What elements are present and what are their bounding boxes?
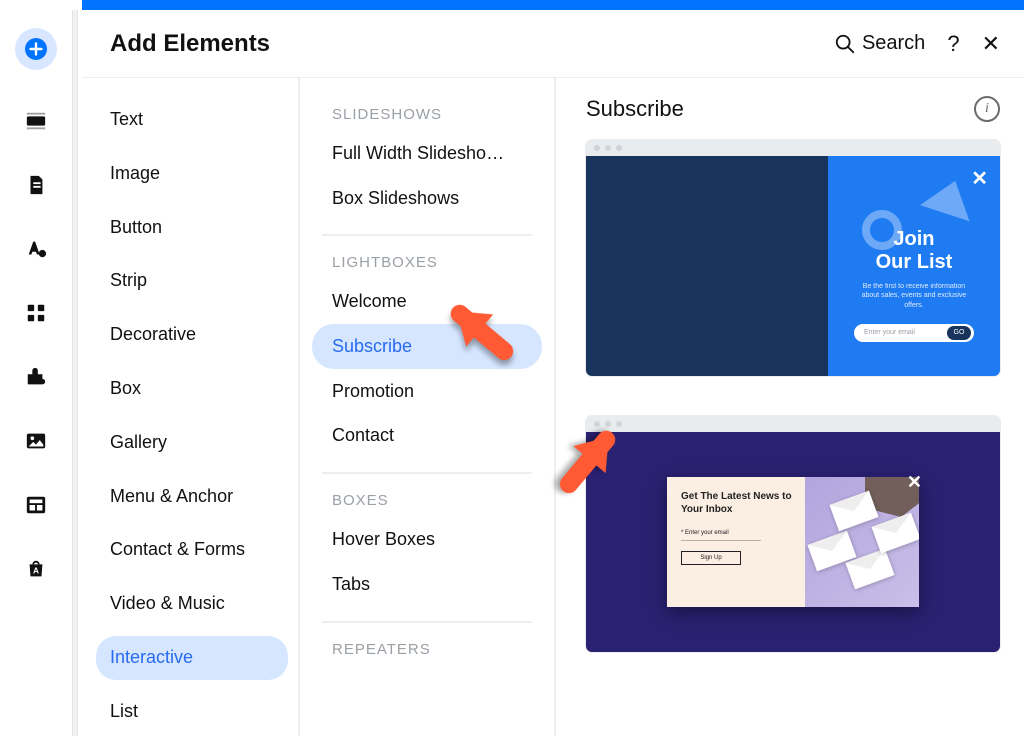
subcategory-welcome[interactable]: Welcome [312,279,542,324]
category-strip[interactable]: Strip [96,259,288,303]
apps-icon[interactable] [23,300,49,326]
template-a-heading: JoinOur List [876,228,953,274]
group-heading-slideshows: SLIDESHOWS [304,88,550,131]
template-b-field-label: * Enter your email [681,530,795,536]
template-b-card: Get The Latest News to Your Inbox * Ente… [667,477,919,607]
lightbox-template-latest-news[interactable]: ✕ Get The Latest News to Your Inbox * En… [586,416,1000,652]
browser-chrome [586,140,1000,156]
template-b-input-line [681,540,761,541]
category-button[interactable]: Button [96,206,288,250]
category-contact-forms[interactable]: Contact & Forms [96,528,288,572]
browser-chrome [586,416,1000,432]
subcategory-promotion[interactable]: Promotion [312,369,542,414]
template-a-subtext: Be the first to receive information abou… [854,282,974,309]
template-b-signup-button: Sign Up [681,551,741,565]
category-interactive[interactable]: Interactive [96,636,288,680]
page-icon[interactable] [23,172,49,198]
subcategory-contact[interactable]: Contact [312,413,542,458]
preview-column: Subscribe i ✕ JoinOur List Be the first … [554,78,1024,736]
category-menu-anchor[interactable]: Menu & Anchor [96,475,288,519]
template-a-panel: ✕ JoinOur List Be the first to receive i… [828,156,1000,376]
category-text[interactable]: Text [96,98,288,142]
search-icon [834,33,856,55]
category-gallery[interactable]: Gallery [96,421,288,465]
plus-icon [25,38,47,60]
category-image[interactable]: Image [96,152,288,196]
text-theme-icon[interactable] [23,236,49,262]
app-topbar [82,0,1024,10]
category-box[interactable]: Box [96,367,288,411]
lightbox-template-join-our-list[interactable]: ✕ JoinOur List Be the first to receive i… [586,140,1000,376]
template-a-go-button: GO [947,326,971,340]
close-panel-button[interactable]: ✕ [982,31,1000,57]
template-a-email-pill: Enter your email GO [854,324,974,342]
template-a-placeholder: Enter your email [864,329,915,336]
store-icon[interactable]: A [23,556,49,582]
group-heading-lightboxes: LIGHTBOXES [304,236,550,279]
panel-title: Add Elements [110,30,270,58]
group-heading-repeaters: REPEATERS [304,623,550,666]
subcategory-box-slideshows[interactable]: Box Slideshows [312,176,542,221]
add-elements-rail-button[interactable] [15,28,57,70]
close-icon: ✕ [907,472,922,493]
category-video-music[interactable]: Video & Music [96,582,288,626]
section-icon[interactable] [23,108,49,134]
template-a-backdrop [586,156,828,376]
group-heading-boxes: BOXES [304,474,550,517]
subcategory-full-width-slidesho[interactable]: Full Width Slidesho… [312,131,542,176]
info-icon[interactable]: i [974,96,1000,122]
search-label: Search [862,32,925,55]
subcategory-tabs[interactable]: Tabs [312,562,542,607]
add-elements-panel: Add Elements Search ? ✕ TextImageButtonS… [82,10,1024,736]
category-list[interactable]: List [96,690,288,734]
layout-icon[interactable] [23,492,49,518]
media-icon[interactable] [23,428,49,454]
rail-divider [72,10,78,736]
subcategory-subscribe[interactable]: Subscribe [312,324,542,369]
svg-text:A: A [33,567,39,576]
panel-tools: Search ? ✕ [834,31,1000,57]
subcategory-hover-boxes[interactable]: Hover Boxes [312,517,542,562]
template-b-image [805,477,919,607]
addons-icon[interactable] [23,364,49,390]
panel-header: Add Elements Search ? ✕ [82,10,1024,78]
template-b-heading: Get The Latest News to Your Inbox [681,491,795,516]
help-button[interactable]: ? [947,31,959,57]
search-button[interactable]: Search [834,32,925,55]
subcategory-list: SLIDESHOWSFull Width Slidesho…Box Slides… [298,78,554,736]
category-list: Text Image Button Strip Decorative Box Gallery… [82,78,298,736]
preview-section-title: Subscribe [586,96,684,122]
category-decorative[interactable]: Decorative [96,313,288,357]
left-icon-rail: A [0,0,72,736]
